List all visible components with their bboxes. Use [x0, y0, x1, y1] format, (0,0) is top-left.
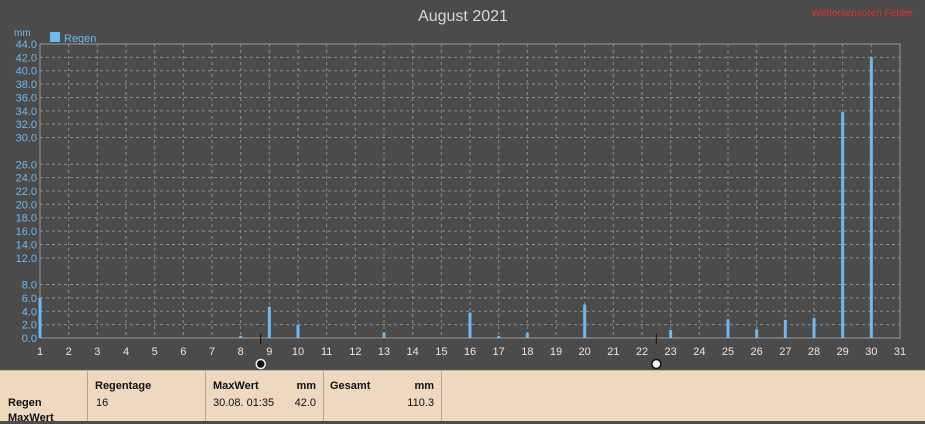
y-tick-label: 38.0: [16, 79, 37, 91]
legend-label: Regen: [64, 33, 96, 45]
x-tick-label: 20: [579, 346, 591, 358]
rain-bar-day-1: [38, 297, 42, 338]
y-tick-label: 14.0: [16, 239, 37, 251]
x-tick-label: 13: [378, 346, 390, 358]
x-tick-label: 31: [894, 346, 906, 358]
y-tick-label: 32.0: [16, 119, 37, 131]
rain-bar-day-25: [726, 319, 730, 338]
grid-lines: [40, 44, 900, 338]
y-tick-label: 36.0: [16, 92, 37, 104]
chart-title: August 2021: [418, 8, 508, 25]
x-tick-label: 8: [238, 346, 244, 358]
rain-bar-day-29: [841, 112, 845, 339]
x-tick-label: 22: [636, 346, 648, 358]
gesamt-unit: mm: [414, 380, 434, 392]
y-tick-label: 26.0: [16, 159, 37, 171]
x-tick-label: 16: [464, 346, 476, 358]
x-tick-label: 15: [435, 346, 447, 358]
x-tick-label: 21: [607, 346, 619, 358]
rain-bar-day-30: [869, 57, 873, 338]
y-tick-label: 42.0: [16, 52, 37, 64]
x-tick-label: 28: [808, 346, 820, 358]
x-tick-label: 24: [693, 346, 705, 358]
gesamt-label: Gesamt: [330, 380, 371, 392]
y-tick-label: 2.0: [22, 320, 37, 332]
y-tick-label: 18.0: [16, 213, 37, 225]
maxwert-time: 30.08. 01:35: [213, 397, 275, 409]
rain-bar-day-17: [497, 335, 501, 338]
x-tick-label: 23: [665, 346, 677, 358]
rain-bar-day-20: [583, 304, 587, 338]
legend-swatch: [50, 32, 60, 42]
x-tick-label: 2: [66, 346, 72, 358]
rain-bar-day-28: [812, 317, 816, 338]
x-tick-label: 6: [180, 346, 186, 358]
maxwert-unit: mm: [296, 380, 316, 392]
x-tick-label: 17: [493, 346, 505, 358]
sensor-error-notice: Wettersensoren Fehler: [811, 8, 913, 19]
x-tick-label: 19: [550, 346, 562, 358]
x-tick-label: 12: [349, 346, 361, 358]
maxwert-label: MaxWert: [213, 380, 259, 392]
y-tick-label: 30.0: [16, 133, 37, 145]
y-axis-ticks: 44.042.0 40.038.036.0 34.032.0 30.0 26.0 24.0…: [16, 39, 37, 345]
x-tick-label: 29: [837, 346, 849, 358]
gesamt-value: 110.3: [407, 397, 434, 409]
y-tick-label: 24.0: [16, 173, 37, 185]
new-moon-icon: [255, 358, 266, 370]
rain-bar-day-10: [296, 324, 300, 338]
x-tick-label: 7: [209, 346, 215, 358]
y-tick-label: 8.0: [22, 280, 37, 292]
y-axis-unit: mm: [14, 28, 31, 39]
moon-phase-markers: [255, 334, 662, 370]
rain-chart: August 2021 Wettersensoren Fehler mm Reg…: [14, 8, 914, 370]
summary-row-labels: Regen MaxWert: [0, 371, 88, 424]
summary-panel: Regen MaxWert Regentage 16 MaxWert mm 30…: [0, 370, 925, 424]
y-tick-label: 20.0: [16, 199, 37, 211]
x-axis-ticks: 1 2 3 4 5 6 7 8 9 10 11 12 13 14 15 16 17 18 19 20 21 22 23 24 2…: [37, 346, 906, 358]
summary-regentage: Regentage 16: [88, 371, 206, 421]
x-tick-label: 3: [94, 346, 100, 358]
y-tick-label: 22.0: [16, 186, 37, 198]
rain-bars: [38, 57, 873, 339]
x-tick-label: 5: [152, 346, 158, 358]
y-tick-label: 34.0: [16, 106, 37, 118]
x-tick-label: 9: [266, 346, 272, 358]
x-tick-label: 1: [37, 346, 43, 358]
x-tick-label: 14: [407, 346, 419, 358]
x-tick-label: 4: [123, 346, 129, 358]
y-tick-label: 0.0: [22, 333, 37, 345]
x-tick-label: 30: [865, 346, 877, 358]
x-tick-label: 11: [321, 346, 332, 358]
y-tick-label: 6.0: [22, 293, 37, 305]
y-tick-label: 16.0: [16, 226, 37, 238]
rain-bar-day-16: [468, 312, 472, 338]
x-tick-label: 18: [521, 346, 533, 358]
summary-maxwert: MaxWert mm 30.08. 01:35 42.0: [206, 371, 324, 421]
y-tick-label: 4.0: [22, 306, 37, 318]
regentage-label: Regentage: [95, 380, 152, 392]
rain-bar-day-18: [525, 332, 529, 338]
summary-row-label-regen: Regen: [8, 397, 42, 409]
x-tick-label: 27: [779, 346, 791, 358]
y-tick-label: 40.0: [16, 66, 37, 78]
rain-bar-day-13: [382, 332, 386, 338]
regentage-value: 16: [96, 397, 109, 409]
rain-bar-day-9: [267, 306, 271, 338]
maxwert-value: 42.0: [294, 397, 316, 409]
full-moon-icon: [651, 358, 662, 370]
summary-row-label-maxwert: MaxWert: [8, 412, 54, 424]
summary-gesamt: Gesamt mm 110.3: [324, 371, 442, 421]
x-tick-label: 10: [292, 346, 304, 358]
y-tick-label: 12.0: [16, 253, 37, 265]
rain-bar-day-8: [239, 335, 243, 338]
rain-bar-day-26: [755, 329, 759, 338]
y-tick-label: 44.0: [16, 39, 37, 51]
x-tick-label: 25: [722, 346, 734, 358]
rain-bar-day-23: [669, 329, 673, 338]
x-tick-label: 26: [751, 346, 763, 358]
rain-bar-day-27: [783, 319, 787, 338]
